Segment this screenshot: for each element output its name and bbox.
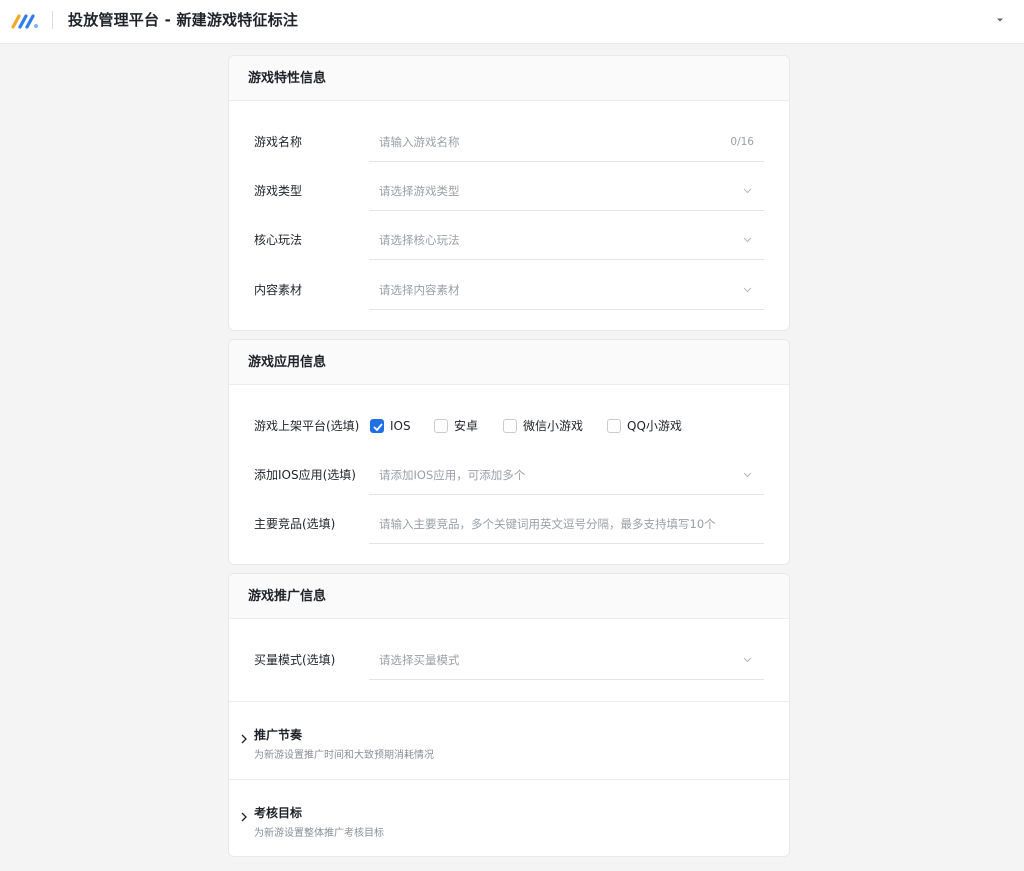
select-placeholder: 请选择核心玩法 [379, 233, 460, 247]
checkbox-android[interactable]: 安卓 [434, 418, 478, 434]
field-label: 买量模式(选填) [254, 653, 336, 667]
panel-description: 为新游设置整体推广考核目标 [254, 828, 384, 839]
section-title: 游戏应用信息 [229, 340, 789, 385]
panel-title: 考核目标 [254, 806, 303, 820]
chevron-down-icon [743, 188, 752, 194]
brand-logo-icon[interactable] [11, 11, 41, 31]
content-material-row: 内容素材 请选择内容素材 [229, 270, 789, 310]
chevron-right-icon [241, 812, 247, 822]
competitor-input[interactable]: 请输入主要竞品，多个关键词用英文逗号分隔，最多支持填写10个 [369, 504, 764, 544]
game-type-row: 游戏类型 请选择游戏类型 [229, 171, 789, 211]
panel-description: 为新游设置推广时间和大致预期消耗情况 [254, 750, 434, 761]
game-name-row: 游戏名称 请输入游戏名称 0/16 [229, 122, 789, 162]
checkbox-ios[interactable]: IOS [370, 418, 411, 434]
page-title: 投放管理平台 - 新建游戏特征标注 [68, 11, 299, 29]
checkbox-label: QQ小游戏 [627, 419, 682, 433]
buy-mode-select[interactable]: 请选择买量模式 [369, 640, 764, 680]
input-placeholder: 请输入游戏名称 [379, 135, 460, 149]
field-label: 游戏名称 [254, 135, 303, 149]
checkbox-label: IOS [390, 419, 411, 433]
ios-app-select[interactable]: 请添加IOS应用，可添加多个 [369, 455, 764, 495]
buy-mode-row: 买量模式(选填) 请选择买量模式 [229, 640, 789, 680]
chevron-down-icon [743, 657, 752, 663]
platform-row: 游戏上架平台(选填) IOS 安卓 微信小游戏 QQ小游戏 [229, 406, 789, 446]
checkbox-label: 微信小游戏 [523, 419, 584, 433]
game-promotion-card: 游戏推广信息 买量模式(选填) 请选择买量模式 推广节奏 为新游设置推广时间和大… [228, 573, 790, 857]
content-material-select[interactable]: 请选择内容素材 [369, 270, 764, 310]
field-label: 内容素材 [254, 283, 303, 297]
checkbox-box[interactable] [607, 419, 621, 433]
panel-title: 推广节奏 [254, 728, 303, 742]
field-label: 核心玩法 [254, 233, 303, 247]
field-label: 游戏类型 [254, 184, 303, 198]
section-title: 游戏推广信息 [229, 574, 789, 619]
divider [229, 779, 789, 780]
field-label: 主要竞品(选填) [254, 517, 336, 531]
checkbox-box[interactable] [503, 419, 517, 433]
game-app-card: 游戏应用信息 游戏上架平台(选填) IOS 安卓 微信小游戏 QQ小游戏 添加I… [228, 339, 790, 565]
input-placeholder: 请输入主要竞品，多个关键词用英文逗号分隔，最多支持填写10个 [379, 517, 716, 531]
header-divider [52, 11, 53, 29]
select-placeholder: 请选择游戏类型 [379, 184, 460, 198]
game-type-select[interactable]: 请选择游戏类型 [369, 171, 764, 211]
checkbox-box[interactable] [370, 419, 384, 433]
select-placeholder: 请选择内容素材 [379, 283, 460, 297]
checkbox-label: 安卓 [454, 419, 479, 433]
checkbox-box[interactable] [434, 419, 448, 433]
select-placeholder: 请选择买量模式 [379, 653, 460, 667]
game-name-input[interactable]: 请输入游戏名称 0/16 [369, 122, 764, 162]
checkbox-qq-minigame[interactable]: QQ小游戏 [607, 418, 682, 434]
char-counter: 0/16 [730, 136, 754, 148]
chevron-down-icon [743, 237, 752, 243]
ios-app-row: 添加IOS应用(选填) 请添加IOS应用，可添加多个 [229, 455, 789, 495]
chevron-down-icon [743, 472, 752, 478]
game-feature-card: 游戏特性信息 游戏名称 请输入游戏名称 0/16 游戏类型 请选择游戏类型 核心… [228, 55, 790, 331]
divider [229, 701, 789, 702]
core-gameplay-select[interactable]: 请选择核心玩法 [369, 220, 764, 260]
checkbox-wechat-minigame[interactable]: 微信小游戏 [503, 418, 583, 434]
section-title: 游戏特性信息 [229, 56, 789, 101]
competitor-row: 主要竞品(选填) 请输入主要竞品，多个关键词用英文逗号分隔，最多支持填写10个 [229, 504, 789, 544]
check-icon [373, 423, 383, 431]
core-gameplay-row: 核心玩法 请选择核心玩法 [229, 220, 789, 260]
top-bar: 投放管理平台 - 新建游戏特征标注 [0, 0, 1024, 44]
chevron-right-icon [241, 734, 247, 744]
field-label: 添加IOS应用(选填) [254, 468, 356, 482]
promotion-rhythm-panel[interactable]: 推广节奏 为新游设置推广时间和大致预期消耗情况 [229, 711, 789, 771]
field-label: 游戏上架平台(选填) [254, 419, 360, 433]
chevron-down-icon [743, 287, 752, 293]
assessment-target-panel[interactable]: 考核目标 为新游设置整体推广考核目标 [229, 789, 789, 849]
select-placeholder: 请添加IOS应用，可添加多个 [379, 468, 526, 482]
caret-down-icon[interactable] [996, 17, 1004, 23]
